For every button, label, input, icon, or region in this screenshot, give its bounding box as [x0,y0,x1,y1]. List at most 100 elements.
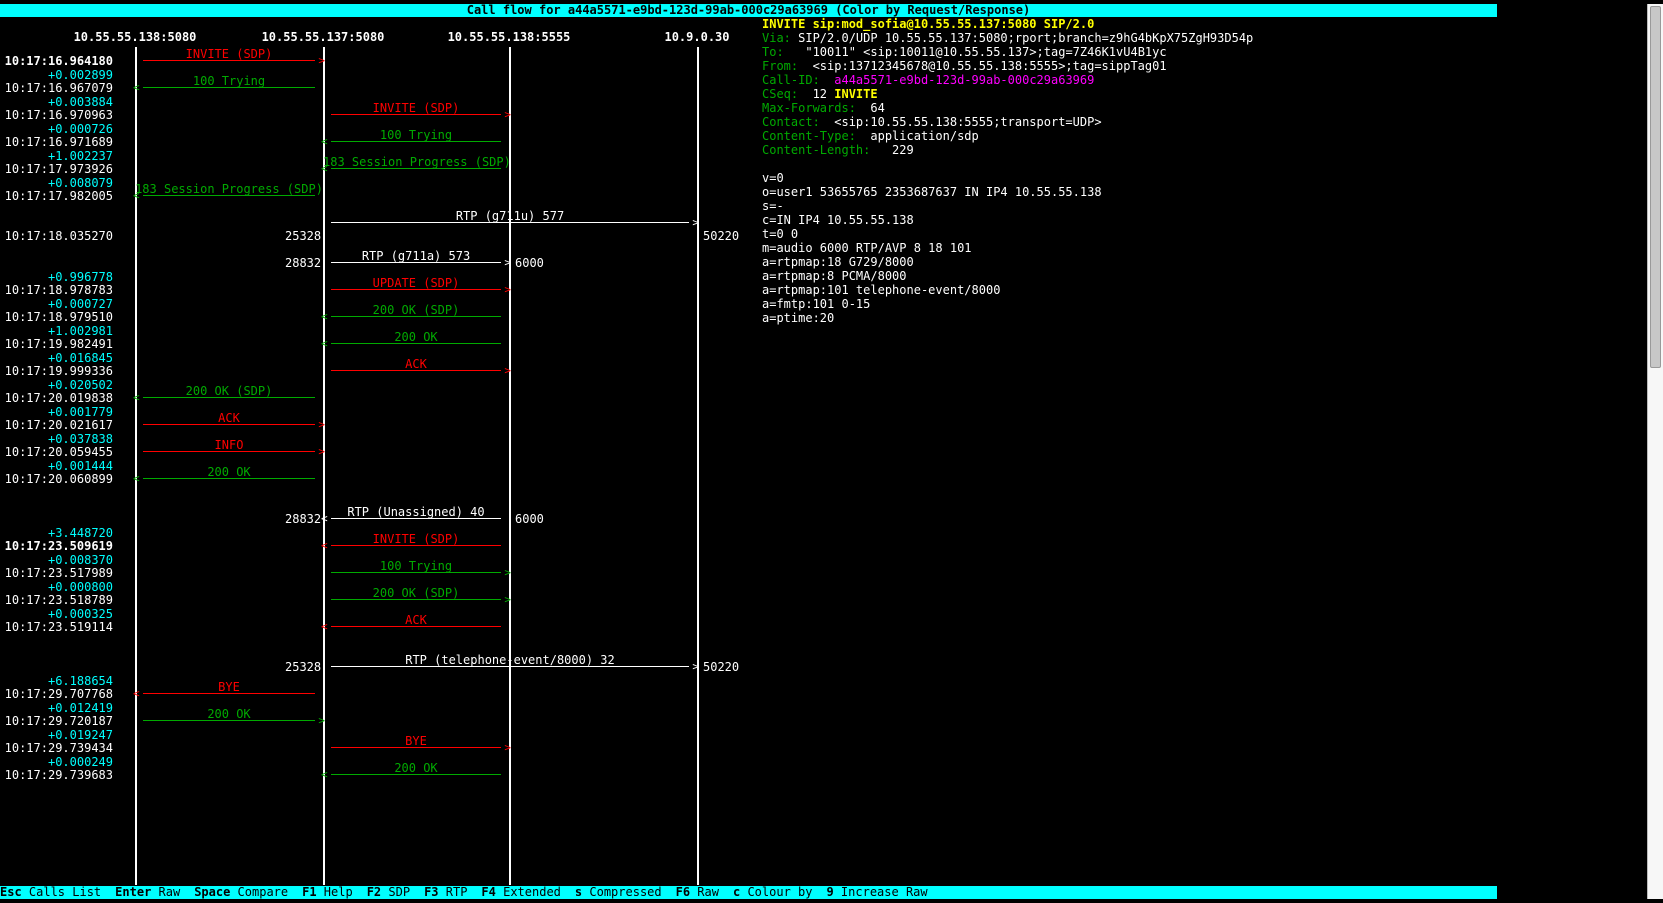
header-value: a=rtpmap:18 G729/8000 [762,255,914,269]
scrollbar-thumb[interactable] [1650,6,1661,368]
detail-line: a=rtpmap:18 G729/8000 [762,255,1493,269]
footer-action[interactable]: F4 Extended [481,886,560,899]
flow-event[interactable]: INVITE (SDP)> [323,102,509,116]
arrow-head-left-icon: < [321,514,328,523]
flow-event[interactable]: INVITE (SDP)> [135,48,323,62]
flow-event[interactable]: 200 OK< [323,762,509,776]
header-value-highlight: INVITE [834,87,877,101]
arrow-head-left-icon: < [321,312,328,321]
arrow-head-right-icon: > [318,447,325,456]
endpoint-label: 10.9.0.30 [664,31,729,44]
header-key: Content-Type: [762,129,856,143]
footer-action[interactable]: F1 Help [302,886,353,899]
footer-bar: Esc Calls List Enter Raw Space Compare F1 H… [0,886,1497,899]
arrow-head-right-icon: > [318,420,325,429]
footer-action[interactable]: Esc Calls List [0,886,101,899]
detail-line: c=IN IP4 10.55.55.138 [762,213,1493,227]
header-value-highlight: a44a5571-e9bd-123d-99ab-000c29a63969 [834,73,1094,87]
footer-key: Enter [115,885,151,899]
footer-label: Help [317,885,353,899]
flow-event[interactable]: ACK> [135,412,323,426]
flow-event[interactable]: RTP (g711u) 577> [323,210,697,224]
rtp-port-left: 28832 [285,513,321,526]
arrow-head-right-icon: > [504,285,511,294]
footer-key: F1 [302,885,316,899]
arrow-head-right-icon: > [504,568,511,577]
app-screen: Call flow for a44a5571-e9bd-123d-99ab-00… [0,0,1663,903]
flow-event[interactable]: UPDATE (SDP)> [323,277,509,291]
flow-event[interactable]: 100 Trying< [323,129,509,143]
header-key: Max-Forwards: [762,101,856,115]
flow-event[interactable]: 200 OK (SDP)< [135,385,323,399]
flow-event[interactable]: 200 OK (SDP)> [323,587,509,601]
detail-line: v=0 [762,171,1493,185]
flow-event[interactable]: 183 Session Progress (SDP)< [135,183,323,197]
header-key: From: [762,59,798,73]
flow-event[interactable]: INFO> [135,439,323,453]
header-key: Content-Length: [762,143,870,157]
arrow-head-left-icon: < [133,474,140,483]
footer-action[interactable]: F6 Raw [676,886,719,899]
footer-key: 9 [826,885,833,899]
flow-event[interactable]: 183 Session Progress (SDP)< [323,156,509,170]
flow-event[interactable]: BYE> [323,735,509,749]
timestamp: 10:17:19.982491 [0,338,113,351]
footer-action[interactable]: 9 Increase Raw [826,886,927,899]
footer-key: F3 [424,885,438,899]
timestamp: 10:17:16.964180 [0,55,113,68]
rtp-port-left: 25328 [285,661,321,674]
rtp-port-right: 50220 [703,661,739,674]
detail-line: s=- [762,199,1493,213]
flow-event[interactable]: RTP (telephone-event/8000) 32> [323,654,697,668]
title-bar: Call flow for a44a5571-e9bd-123d-99ab-00… [0,4,1497,17]
flow-event[interactable]: 100 Trying> [323,560,509,574]
header-value: o=user1 53655765 2353687637 IN IP4 10.55… [762,185,1102,199]
arrow-head-left-icon: < [321,541,328,550]
arrow-head-right-icon: > [504,110,511,119]
footer-action[interactable]: Enter Raw [115,886,180,899]
timestamp: 10:17:16.971689 [0,136,113,149]
flow-event[interactable]: 200 OK< [323,331,509,345]
detail-line: INVITE sip:mod_sofia@10.55.55.137:5080 S… [762,17,1493,31]
footer-action[interactable]: Space Compare [194,886,288,899]
endpoint-label: 10.55.55.138:5555 [448,31,571,44]
header-value: 229 [870,143,913,157]
footer-label: Colour by [740,885,812,899]
footer-label: Extended [496,885,561,899]
detail-line: From: <sip:13712345678@10.55.55.138:5555… [762,59,1493,73]
flow-event[interactable]: 200 OK< [135,466,323,480]
flow-event[interactable]: BYE< [135,681,323,695]
footer-action[interactable]: c Colour by [733,886,812,899]
arrow-head-left-icon: < [321,770,328,779]
footer-label: Raw [690,885,719,899]
rtp-port-right: 50220 [703,230,739,243]
footer-action[interactable]: F2 SDP [367,886,410,899]
flow-event[interactable]: ACK< [323,614,509,628]
rtp-port-left: 25328 [285,230,321,243]
endpoint-label: 10.55.55.138:5080 [74,31,197,44]
header-key: CSeq: [762,87,798,101]
header-value [820,73,834,87]
timestamp: 10:17:23.517989 [0,567,113,580]
header-value: t=0 0 [762,227,798,241]
arrow-head-right-icon: > [692,662,699,671]
footer-key: F2 [367,885,381,899]
flow-event[interactable]: 200 OK> [135,708,323,722]
flow-event[interactable]: 100 Trying< [135,75,323,89]
header-value: <sip:13712345678@10.55.55.138:5555>;tag=… [798,59,1166,73]
header-value: a=fmtp:101 0-15 [762,297,870,311]
flow-event[interactable]: RTP (Unassigned) 40< [323,506,509,520]
flow-event[interactable]: ACK> [323,358,509,372]
flow-event[interactable]: RTP (g711a) 573> [323,250,509,264]
endpoint-line [509,47,511,885]
footer-action[interactable]: s Compressed [575,886,662,899]
timestamp: 10:17:23.509619 [0,540,113,553]
arrow-head-right-icon: > [504,258,511,267]
header-value: a=rtpmap:101 telephone-event/8000 [762,283,1000,297]
scrollbar[interactable] [1647,4,1663,899]
message-detail-panel: INVITE sip:mod_sofia@10.55.55.137:5080 S… [762,17,1493,325]
footer-action[interactable]: F3 RTP [424,886,467,899]
flow-event[interactable]: 200 OK (SDP)< [323,304,509,318]
flow-event[interactable]: INVITE (SDP)< [323,533,509,547]
rtp-port-right: 6000 [515,513,544,526]
